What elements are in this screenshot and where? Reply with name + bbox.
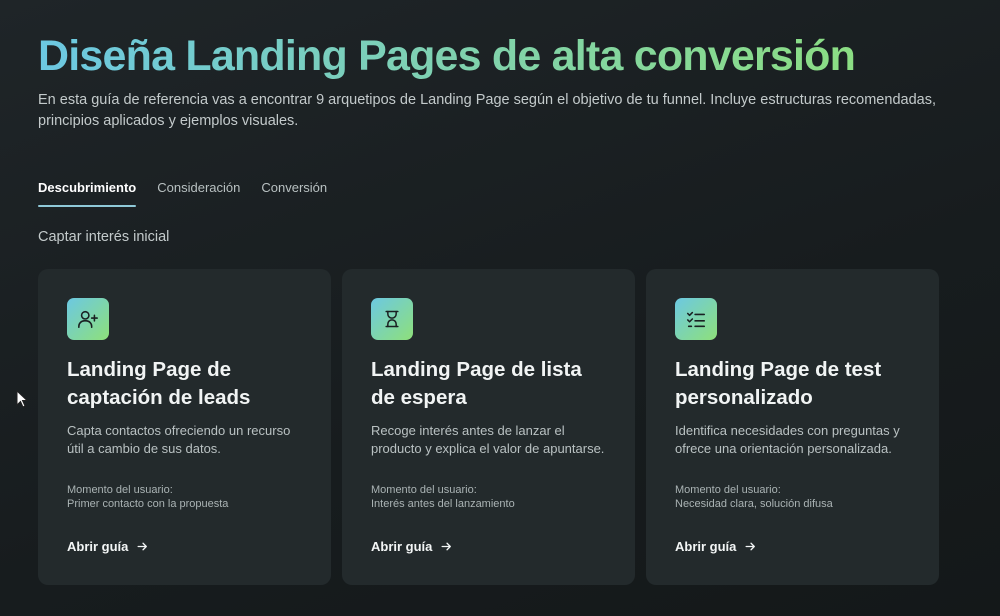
checklist-icon [675, 298, 717, 340]
user-moment-label: Momento del usuario: [675, 484, 781, 496]
card-description: Capta contactos ofreciendo un recurso út… [67, 423, 291, 456]
card-title: Landing Page de lista de espera [371, 358, 582, 409]
open-guide-link[interactable]: Abrir guía [67, 539, 149, 554]
tab-bar: Descubrimiento Consideración Conversión [38, 180, 327, 207]
user-plus-icon [67, 298, 109, 340]
user-moment: Momento del usuario: Primer contacto con… [67, 483, 228, 511]
open-guide-link[interactable]: Abrir guía [675, 539, 757, 554]
tab-descubrimiento[interactable]: Descubrimiento [38, 180, 137, 207]
open-guide-label: Abrir guía [67, 539, 129, 554]
user-moment-label: Momento del usuario: [371, 484, 477, 496]
tab-consideracion[interactable]: Consideración [157, 180, 240, 207]
card-title: Landing Page de test personalizado [675, 358, 882, 409]
card-lead-capture[interactable]: Landing Page de captación de leads Capta… [38, 269, 331, 585]
mouse-cursor-icon [16, 390, 28, 408]
user-moment-value: Interés antes del lanzamiento [371, 498, 515, 510]
user-moment-value: Necesidad clara, solución difusa [675, 498, 833, 510]
tab-conversion[interactable]: Conversión [261, 180, 327, 207]
user-moment: Momento del usuario: Necesidad clara, so… [675, 483, 833, 511]
user-moment-value: Primer contacto con la propuesta [67, 498, 229, 510]
card-title: Landing Page de captación de leads [67, 358, 251, 409]
card-description: Identifica necesidades con preguntas y o… [675, 423, 900, 456]
arrow-right-icon [441, 542, 452, 551]
card-description: Recoge interés antes de lanzar el produc… [371, 423, 605, 456]
open-guide-label: Abrir guía [371, 539, 433, 554]
card-list: Landing Page de captación de leads Capta… [38, 269, 939, 585]
open-guide-label: Abrir guía [675, 539, 737, 554]
user-moment: Momento del usuario: Interés antes del l… [371, 483, 515, 511]
hourglass-icon [371, 298, 413, 340]
page: Diseña Landing Pages de alta conversión … [38, 30, 939, 585]
card-personalized-test[interactable]: Landing Page de test personalizado Ident… [646, 269, 939, 585]
card-waitlist[interactable]: Landing Page de lista de espera Recoge i… [342, 269, 635, 585]
page-title: Diseña Landing Pages de alta conversión [38, 30, 938, 82]
section-label: Captar interés inicial [38, 229, 170, 245]
open-guide-link[interactable]: Abrir guía [371, 539, 453, 554]
user-moment-label: Momento del usuario: [67, 484, 173, 496]
arrow-right-icon [745, 542, 756, 551]
page-intro: En esta guía de referencia vas a encontr… [38, 92, 936, 129]
arrow-right-icon [137, 542, 148, 551]
